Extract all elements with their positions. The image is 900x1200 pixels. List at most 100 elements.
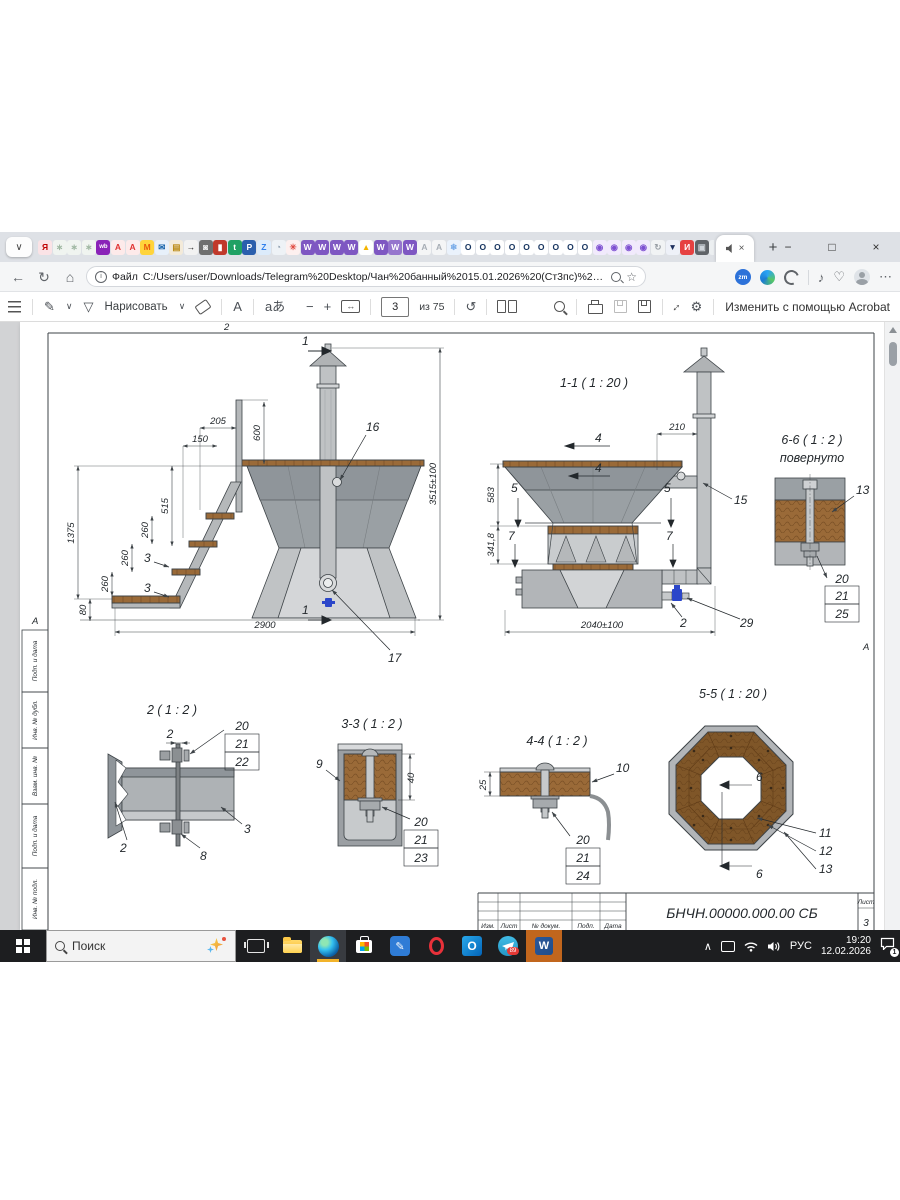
snip-button[interactable]: ✎ bbox=[382, 930, 418, 962]
draw-icon[interactable]: ▽ bbox=[84, 300, 94, 313]
info-icon[interactable]: i bbox=[95, 271, 107, 283]
tab-favicon[interactable]: A bbox=[111, 240, 125, 255]
tab-favicon[interactable]: ▼ bbox=[666, 240, 680, 255]
tab-favicon[interactable]: ∗ bbox=[53, 240, 67, 255]
eraser-icon[interactable] bbox=[195, 298, 212, 314]
minimize-button[interactable]: − bbox=[766, 232, 810, 262]
tab-favicon[interactable]: W bbox=[330, 240, 344, 255]
wifi-icon[interactable] bbox=[744, 941, 758, 952]
action-center-button[interactable]: 1 bbox=[880, 937, 895, 955]
url-field[interactable]: i Файл C:/Users/user/Downloads/Telegram%… bbox=[86, 266, 646, 287]
vertical-scrollbar[interactable] bbox=[884, 322, 900, 930]
tab-favicon[interactable]: ↻ bbox=[651, 240, 665, 255]
search-icon[interactable] bbox=[554, 301, 565, 312]
tab-favicon[interactable]: O bbox=[476, 240, 490, 255]
refresh-button[interactable]: ↻ bbox=[32, 262, 56, 292]
zoom-in-button[interactable]: + bbox=[324, 300, 332, 313]
zoom-out-icon[interactable] bbox=[611, 272, 621, 282]
copilot-sparkle-icon[interactable] bbox=[207, 936, 227, 956]
rotate-icon[interactable]: ↺ bbox=[465, 300, 476, 313]
draw-label[interactable]: Нарисовать bbox=[105, 301, 168, 313]
settings-gear-icon[interactable]: ⚙ bbox=[691, 300, 703, 313]
edge-button[interactable] bbox=[310, 930, 346, 962]
read-aloud-icon[interactable]: A bbox=[233, 300, 242, 313]
tab-favicon[interactable]: Z bbox=[257, 240, 271, 255]
tab-favicon[interactable]: ∗ bbox=[82, 240, 96, 255]
tab-favicon[interactable]: O bbox=[520, 240, 534, 255]
taskbar-search[interactable]: Поиск bbox=[46, 930, 236, 962]
tab-favicon[interactable]: W bbox=[374, 240, 388, 255]
tab-favicon[interactable]: ∗ bbox=[67, 240, 81, 255]
close-button[interactable]: × bbox=[854, 232, 898, 262]
tab-favicon[interactable]: M bbox=[140, 240, 154, 255]
tab-favicon[interactable]: ▣ bbox=[695, 240, 709, 255]
tab-favicon[interactable]: ◔ bbox=[272, 240, 286, 255]
tab-favicon[interactable]: ✳ bbox=[286, 240, 300, 255]
tab-favicon[interactable]: t bbox=[228, 240, 242, 255]
tab-favicon[interactable]: W bbox=[388, 240, 402, 255]
url-text[interactable]: C:/Users/user/Downloads/Telegram%20Deskt… bbox=[143, 271, 606, 283]
tab-favicon[interactable]: Я bbox=[38, 240, 52, 255]
chevron-down-icon[interactable]: ∨ bbox=[66, 301, 73, 312]
tab-favicon[interactable]: W bbox=[301, 240, 315, 255]
tray-chevron-icon[interactable]: ∧ bbox=[704, 940, 712, 953]
print-icon[interactable] bbox=[588, 304, 603, 314]
opera-button[interactable] bbox=[418, 930, 454, 962]
tab-favicon[interactable]: W bbox=[315, 240, 329, 255]
tab-favicon[interactable]: O bbox=[578, 240, 592, 255]
tab-favicon[interactable]: O bbox=[549, 240, 563, 255]
health-icon[interactable]: ♡ bbox=[833, 269, 845, 285]
tab-favicon[interactable]: ▮ bbox=[213, 240, 227, 255]
tab-favicon[interactable]: P bbox=[242, 240, 256, 255]
word-button[interactable]: W bbox=[526, 930, 562, 962]
zoom-extension-badge[interactable]: zm bbox=[735, 269, 751, 285]
save-as-icon[interactable] bbox=[638, 300, 651, 313]
chevron-down-icon[interactable]: ∨ bbox=[179, 301, 186, 312]
tab-favicon[interactable]: A bbox=[417, 240, 431, 255]
page-view-icon[interactable] bbox=[497, 300, 517, 313]
tab-favicon[interactable]: → bbox=[184, 240, 198, 255]
tab-favicon[interactable]: ? bbox=[709, 240, 714, 255]
tab-favicon[interactable]: W bbox=[344, 240, 358, 255]
maximize-button[interactable]: □ bbox=[810, 232, 854, 262]
fullscreen-icon[interactable]: ↕ bbox=[670, 299, 684, 313]
tab-favicon[interactable]: ◉ bbox=[636, 240, 650, 255]
tab-favicon[interactable]: ▤ bbox=[169, 240, 183, 255]
pdf-viewer[interactable]: 2 А А Подп. и дата Инв. № дубл. Взам. ин… bbox=[0, 322, 900, 930]
active-tab[interactable]: × bbox=[716, 235, 754, 262]
outlook-button[interactable]: O bbox=[454, 930, 490, 962]
tab-favicon[interactable]: ◉ bbox=[607, 240, 621, 255]
tab-favicon[interactable]: ◉ bbox=[622, 240, 636, 255]
task-view-button[interactable] bbox=[238, 930, 274, 962]
contents-icon[interactable] bbox=[8, 301, 21, 313]
home-button[interactable]: ⌂ bbox=[58, 262, 82, 292]
fit-width-icon[interactable]: ↔ bbox=[341, 300, 360, 313]
scroll-up-arrow[interactable] bbox=[889, 327, 897, 333]
profile-avatar[interactable] bbox=[854, 269, 870, 285]
telegram-button[interactable]: 89 bbox=[490, 930, 526, 962]
clock[interactable]: 19:20 12.02.2026 bbox=[821, 935, 871, 957]
translate-icon[interactable]: aあ bbox=[265, 300, 285, 313]
back-button[interactable]: ← bbox=[6, 262, 30, 292]
page-number-input[interactable]: 3 bbox=[381, 297, 409, 317]
browser-extension-icon[interactable] bbox=[760, 270, 775, 285]
tab-search-button[interactable]: ∨ bbox=[6, 237, 32, 257]
language-indicator[interactable]: РУС bbox=[790, 940, 812, 952]
volume-icon[interactable] bbox=[767, 941, 781, 952]
media-icon[interactable]: ♪ bbox=[818, 270, 825, 285]
tab-favicon[interactable]: O bbox=[461, 240, 475, 255]
tab-favicon[interactable]: O bbox=[534, 240, 548, 255]
copilot-icon[interactable] bbox=[781, 267, 801, 287]
tab-favicon[interactable]: ◙ bbox=[199, 240, 213, 255]
start-button[interactable] bbox=[0, 930, 46, 962]
highlighter-icon[interactable]: ✎ bbox=[44, 300, 55, 313]
tab-favicon[interactable]: И bbox=[680, 240, 694, 255]
tab-favicon[interactable]: O bbox=[490, 240, 504, 255]
tablet-mode-icon[interactable] bbox=[721, 941, 735, 952]
more-menu-icon[interactable]: ⋯ bbox=[879, 269, 892, 285]
edit-with-acrobat-button[interactable]: Изменить с помощью Acrobat bbox=[725, 300, 890, 314]
scrollbar-thumb[interactable] bbox=[889, 342, 897, 366]
file-explorer-button[interactable] bbox=[274, 930, 310, 962]
tab-favicon[interactable]: O bbox=[563, 240, 577, 255]
store-button[interactable] bbox=[346, 930, 382, 962]
